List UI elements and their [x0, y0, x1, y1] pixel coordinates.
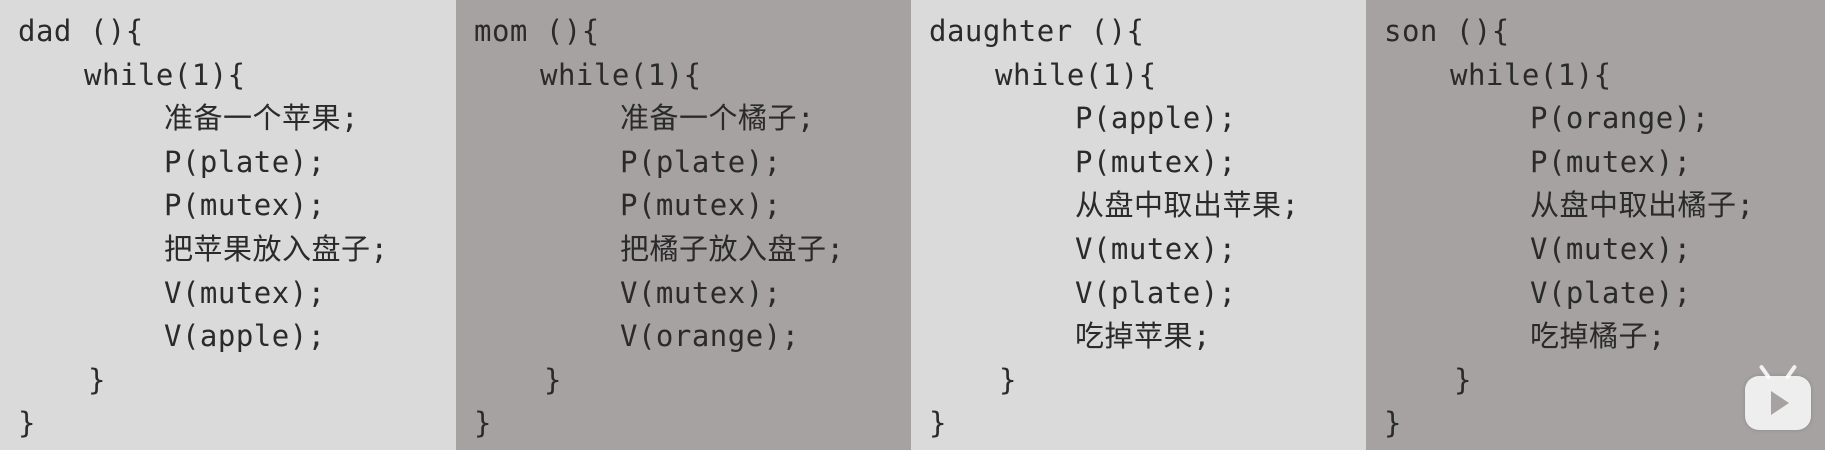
- code-statement: V(plate);: [1075, 275, 1237, 310]
- code-statement: P(plate);: [620, 144, 782, 179]
- mom-code-panel: mom (){ while(1){ 准备一个橘子; P(plate); P(mu…: [456, 0, 911, 450]
- code-statement: V(mutex);: [1075, 231, 1237, 266]
- play-icon[interactable]: [1745, 364, 1811, 430]
- code-statement: P(mutex);: [620, 188, 782, 223]
- function-header: son (){: [1384, 14, 1510, 48]
- function-header: daughter (){: [929, 14, 1145, 48]
- function-header: mom (){: [474, 14, 600, 48]
- dad-code-panel: dad (){ while(1){ 准备一个苹果; P(plate); P(mu…: [0, 0, 456, 450]
- function-closing-brace: }: [929, 406, 947, 441]
- while-loop-header: while(1){: [84, 57, 246, 92]
- code-statement: 准备一个苹果;: [164, 101, 359, 136]
- code-statement: V(mutex);: [1530, 231, 1692, 266]
- loop-closing-brace: }: [999, 362, 1017, 397]
- while-loop-header: while(1){: [540, 57, 702, 92]
- code-statement: P(mutex);: [1530, 144, 1692, 179]
- code-statement: V(apple);: [164, 319, 326, 354]
- code-statement: 吃掉橘子;: [1530, 319, 1666, 354]
- code-slide: dad (){ while(1){ 准备一个苹果; P(plate); P(mu…: [0, 0, 1825, 450]
- code-statement: P(mutex);: [1075, 144, 1237, 179]
- loop-closing-brace: }: [88, 362, 106, 397]
- code-statement: V(plate);: [1530, 275, 1692, 310]
- code-statement: P(orange);: [1530, 101, 1710, 136]
- function-closing-brace: }: [474, 406, 492, 441]
- loop-closing-brace: }: [544, 362, 562, 397]
- code-statement: V(orange);: [620, 319, 800, 354]
- function-header: dad (){: [18, 14, 144, 48]
- code-statement: P(apple);: [1075, 101, 1237, 136]
- code-statement: V(mutex);: [620, 275, 782, 310]
- play-triangle-icon: [1771, 391, 1789, 415]
- daughter-code-panel: daughter (){ while(1){ P(apple); P(mutex…: [911, 0, 1366, 450]
- while-loop-header: while(1){: [1450, 57, 1612, 92]
- code-statement: 把橘子放入盘子;: [620, 231, 845, 266]
- function-closing-brace: }: [18, 406, 36, 441]
- son-code-panel: son (){ while(1){ P(orange); P(mutex); 从…: [1366, 0, 1825, 450]
- code-statement: P(plate);: [164, 144, 326, 179]
- code-statement: 吃掉苹果;: [1075, 319, 1211, 354]
- code-statement: 从盘中取出苹果;: [1075, 188, 1300, 223]
- while-loop-header: while(1){: [995, 57, 1157, 92]
- code-statement: 准备一个橘子;: [620, 101, 815, 136]
- code-statement: 把苹果放入盘子;: [164, 231, 389, 266]
- code-statement: P(mutex);: [164, 188, 326, 223]
- code-statement: 从盘中取出橘子;: [1530, 188, 1755, 223]
- code-statement: V(mutex);: [164, 275, 326, 310]
